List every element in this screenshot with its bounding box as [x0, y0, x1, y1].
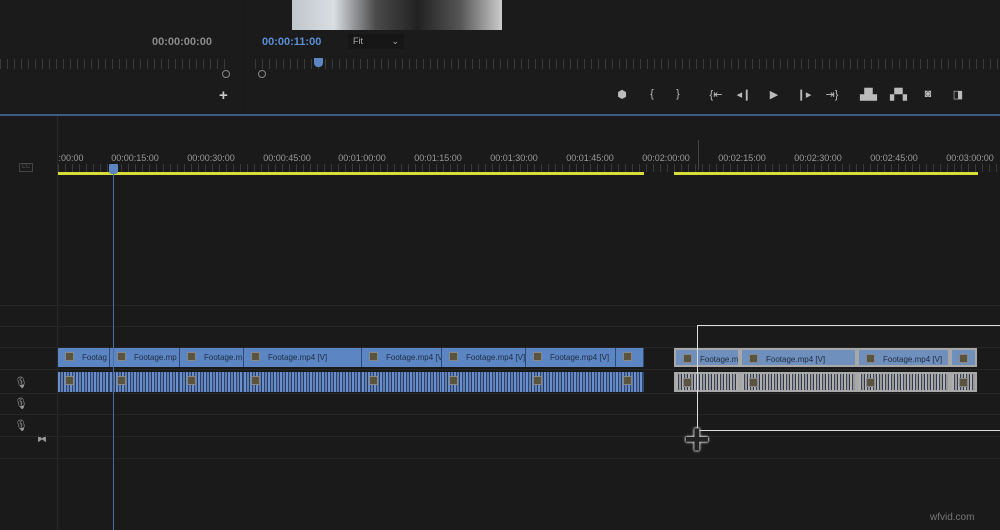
fx-badge-icon — [623, 376, 632, 385]
ruler-label: 00:02:00:00 — [642, 153, 690, 163]
audio-clip[interactable] — [362, 372, 442, 392]
microphone-icon[interactable]: 🎙︎ — [14, 397, 28, 410]
video-clip[interactable]: Footag — [58, 348, 110, 367]
step-forward-icon[interactable]: ❙▸ — [796, 88, 812, 101]
fx-badge-icon — [623, 352, 632, 361]
playhead-line[interactable] — [113, 170, 114, 530]
microphone-icon[interactable]: 🎙︎ — [14, 376, 28, 389]
audio-clip[interactable] — [616, 372, 644, 392]
zoom-select[interactable]: Fit ⌄ — [348, 34, 404, 49]
video-clip[interactable] — [616, 348, 644, 367]
ruler-label: 00:01:45:00 — [566, 153, 614, 163]
fx-badge-icon — [533, 376, 542, 385]
plus-icon[interactable]: + — [219, 87, 228, 104]
ruler-ticks — [58, 164, 1000, 172]
ruler-label: 00:03:00:00 — [946, 153, 994, 163]
ruler-label: 00:01:15:00 — [414, 153, 462, 163]
clip-label: Footage.mp4 [V] — [386, 353, 442, 362]
fx-badge-icon — [65, 376, 74, 385]
fx-badge-icon — [187, 376, 196, 385]
playhead-handle[interactable] — [109, 164, 118, 174]
video-clip[interactable]: Footage.mp — [110, 348, 180, 367]
program-timecode[interactable]: 00:00:11:00 — [262, 36, 321, 48]
track-separator — [0, 436, 1000, 437]
video-clip[interactable]: Footage.mp4 [V] — [442, 348, 526, 367]
mark-in-icon[interactable]: { — [644, 88, 660, 100]
play-icon[interactable]: ▶ — [766, 88, 782, 101]
video-clip[interactable]: Footage.mp4 [V] — [526, 348, 616, 367]
work-area-bar[interactable] — [58, 172, 644, 175]
fx-badge-icon — [449, 376, 458, 385]
ruler-label: 00:00:30:00 — [187, 153, 235, 163]
fx-badge-icon — [251, 376, 260, 385]
marquee-selection — [697, 325, 1000, 431]
clip-label: Footage.mp4 [V] — [550, 353, 610, 362]
fx-badge-icon — [369, 376, 378, 385]
cursor-line — [698, 140, 699, 170]
fx-badge-icon — [65, 352, 74, 361]
track-separator — [0, 305, 1000, 306]
track-headers: CC ⧓ — [0, 116, 58, 530]
out-point-handle[interactable] — [222, 70, 230, 78]
audio-clip[interactable] — [442, 372, 526, 392]
lift-icon[interactable]: ▟▙ — [860, 88, 877, 101]
video-clip[interactable]: Footage.mp4 [V] — [244, 348, 362, 367]
track-separator — [0, 458, 1000, 459]
ruler-label: 00:01:30:00 — [490, 153, 538, 163]
clip-label: Footage.mp — [134, 353, 177, 362]
fx-badge-icon — [369, 352, 378, 361]
go-to-in-icon[interactable]: {⇤ — [708, 88, 724, 101]
marker-icon[interactable]: ⬢ — [614, 88, 630, 101]
zoom-value: Fit — [353, 36, 363, 46]
fx-badge-icon — [533, 352, 542, 361]
audio-clip[interactable] — [110, 372, 180, 392]
in-point-handle[interactable] — [258, 70, 266, 78]
audio-clip[interactable] — [58, 372, 110, 392]
clip-label: Footage.mp4 [V] — [466, 353, 526, 362]
ruler-label: 00:00:45:00 — [263, 153, 311, 163]
fx-badge-icon — [187, 352, 196, 361]
ruler-label: :00:00 — [58, 153, 84, 163]
clip-label: Footag — [82, 353, 107, 362]
source-timecode[interactable]: 00:00:00:00 — [152, 36, 212, 48]
extract-icon[interactable]: ▞▚ — [890, 88, 907, 101]
microphone-icon[interactable]: 🎙︎ — [14, 419, 28, 432]
clip-label: Footage.m — [204, 353, 243, 362]
program-playhead[interactable] — [314, 58, 323, 67]
ruler-label: 00:02:45:00 — [870, 153, 918, 163]
watermark: wfvid.com — [930, 512, 975, 523]
mark-out-icon[interactable]: } — [670, 88, 686, 100]
chevron-down-icon: ⌄ — [391, 36, 399, 46]
fx-badge-icon — [449, 352, 458, 361]
go-to-out-icon[interactable]: ⇥} — [824, 88, 840, 101]
clip-label: Footage.mp4 [V] — [268, 353, 328, 362]
ruler-label: 00:02:30:00 — [794, 153, 842, 163]
fx-badge-icon — [683, 354, 692, 363]
ruler-label: 00:01:00:00 — [338, 153, 386, 163]
video-preview — [292, 0, 502, 30]
crosshair-cursor-icon: + — [684, 415, 710, 464]
fx-badge-icon — [117, 376, 126, 385]
fx-badge-icon — [251, 352, 260, 361]
audio-clip[interactable] — [526, 372, 616, 392]
fx-badge-icon — [683, 378, 692, 387]
audio-clip[interactable] — [244, 372, 362, 392]
program-ruler[interactable] — [255, 59, 1000, 69]
comparison-view-icon[interactable]: ◨ — [950, 88, 966, 101]
fx-badge-icon — [117, 352, 126, 361]
audio-clip[interactable] — [180, 372, 244, 392]
source-ruler[interactable] — [0, 59, 230, 69]
ruler-label: 00:02:15:00 — [718, 153, 766, 163]
export-frame-icon[interactable]: ◙ — [920, 88, 936, 100]
captions-icon[interactable]: CC — [19, 163, 33, 172]
video-clip[interactable]: Footage.mp4 [V] — [362, 348, 442, 367]
panel-divider — [0, 114, 1000, 116]
video-clip[interactable]: Footage.m — [180, 348, 244, 367]
work-area-bar-2[interactable] — [674, 172, 978, 175]
ruler-label: 00:00:15:00 — [111, 153, 159, 163]
step-back-icon[interactable]: ◂❙ — [736, 88, 752, 101]
source-monitor: 00:00:00:00 + — [0, 0, 243, 113]
